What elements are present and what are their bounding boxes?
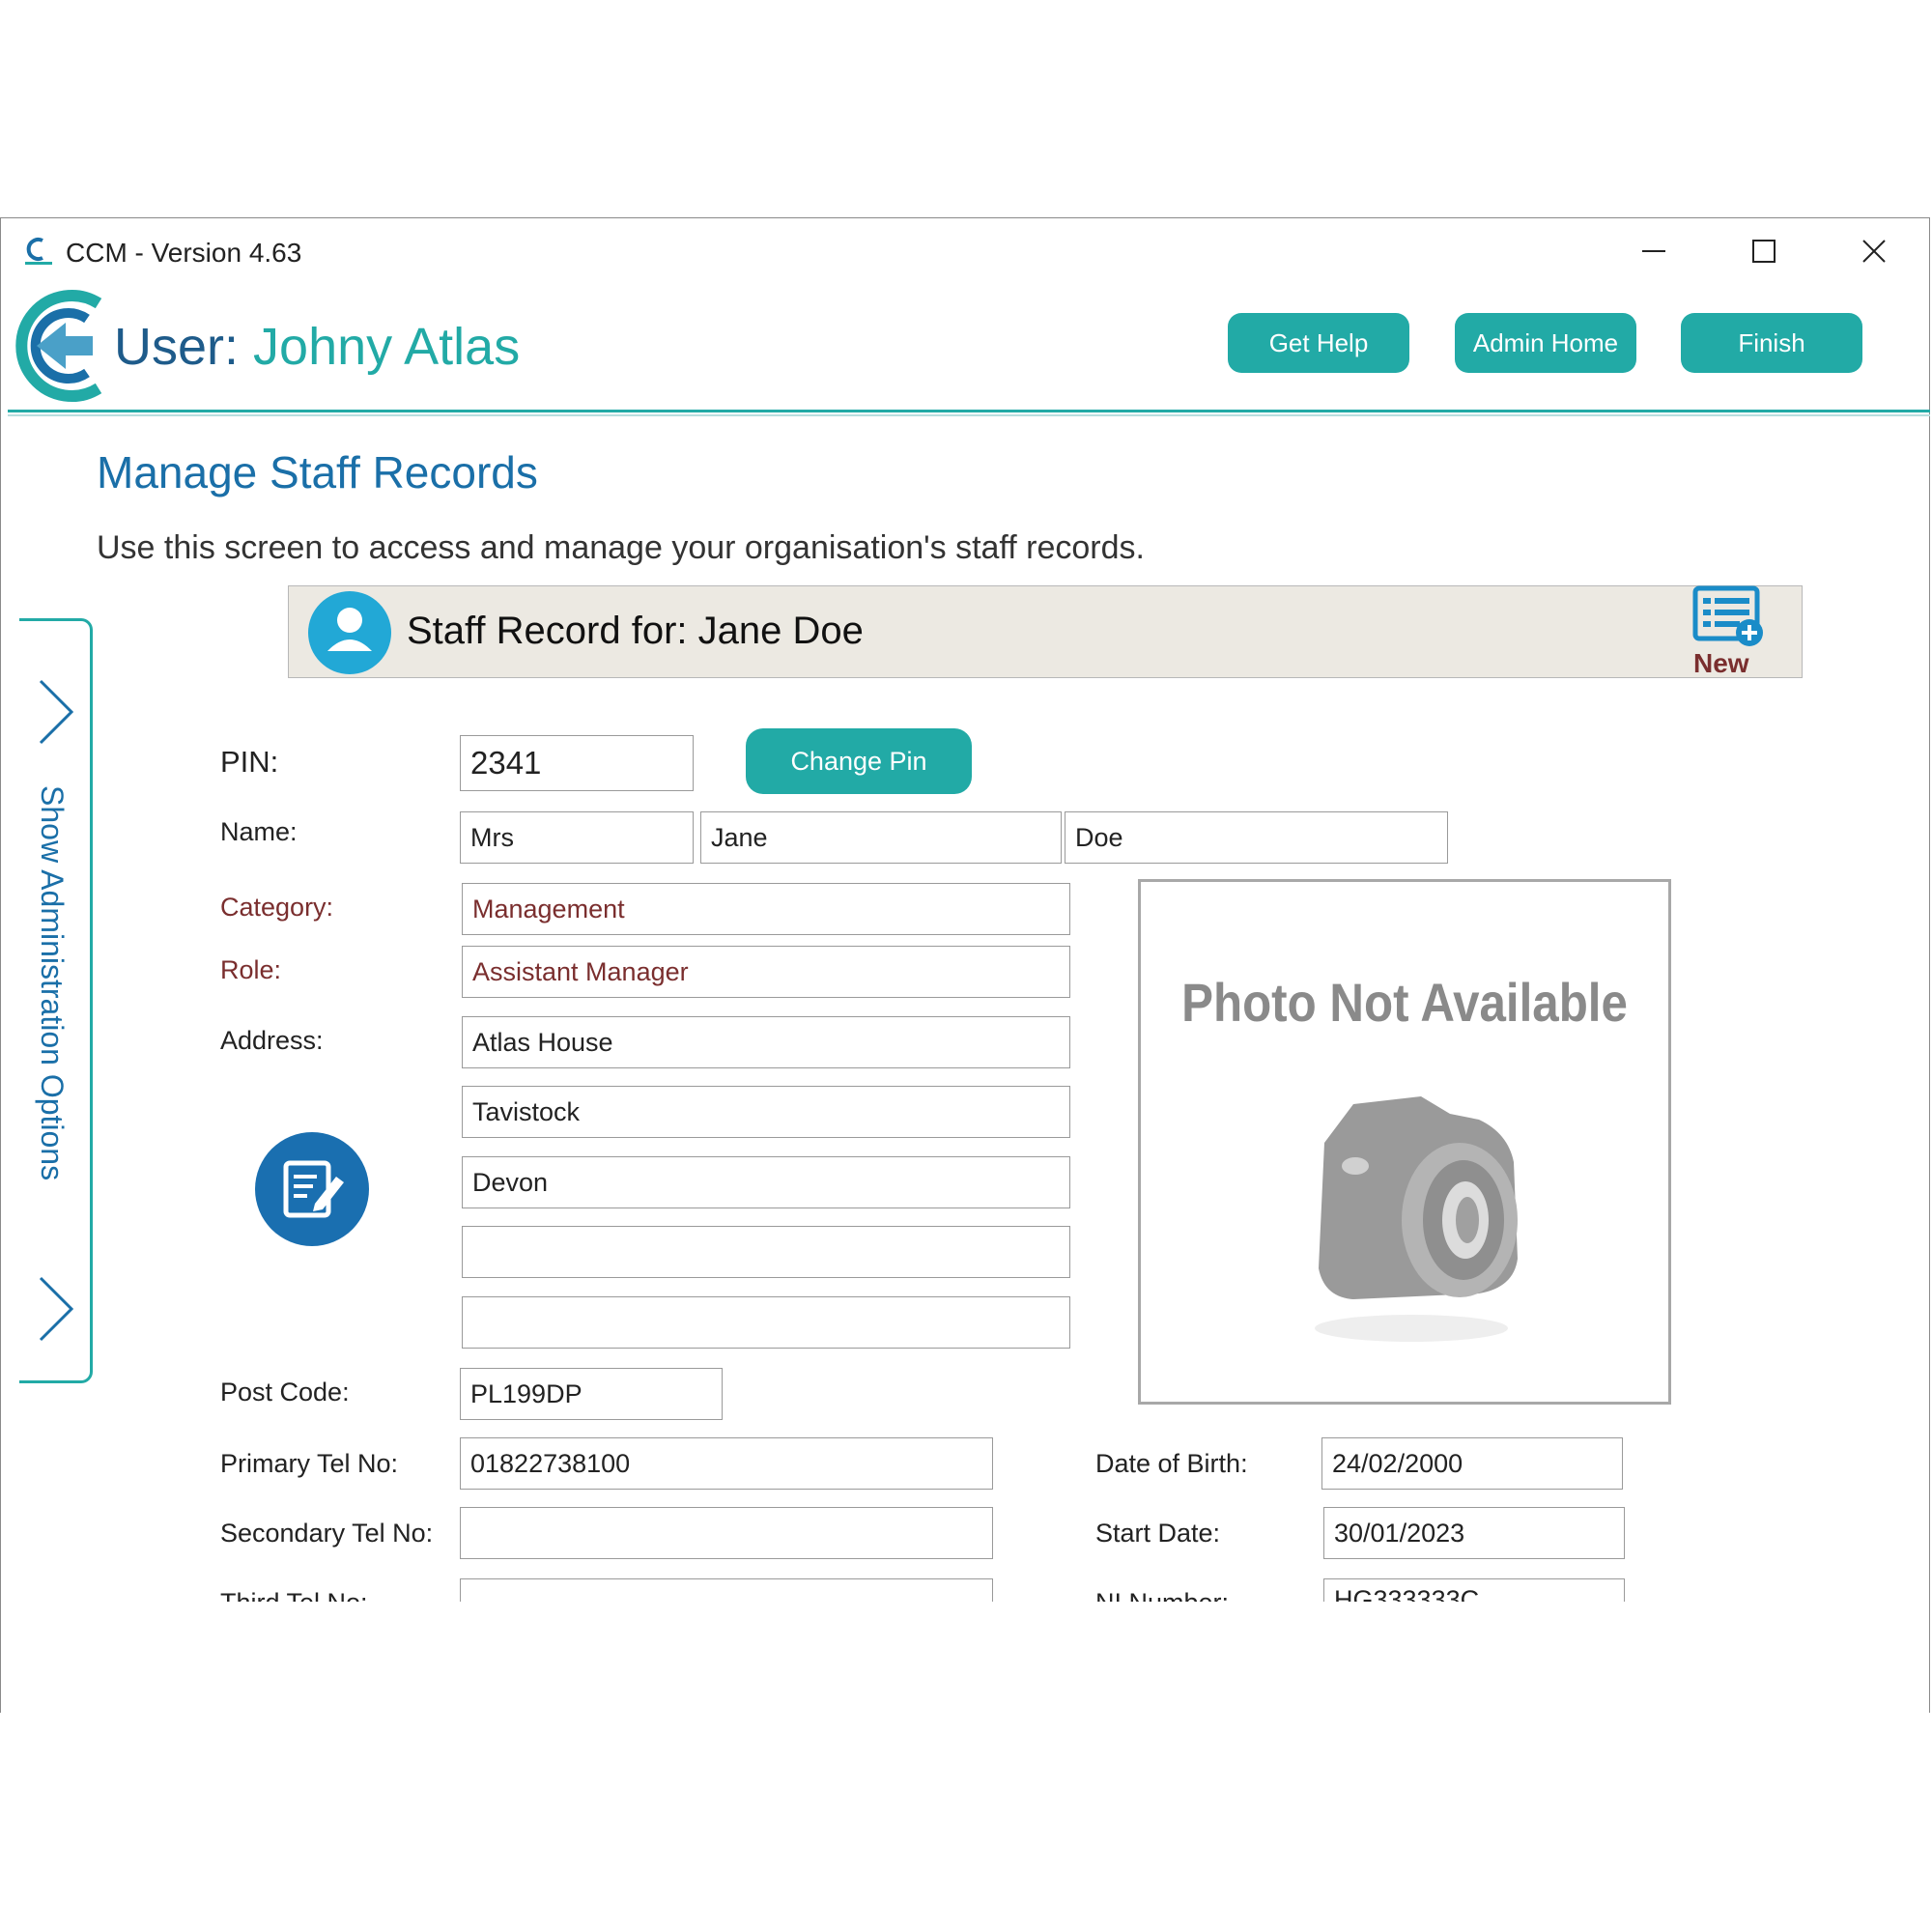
- address-line-4-field[interactable]: [462, 1226, 1070, 1278]
- start-date-field[interactable]: 30/01/2023: [1323, 1507, 1625, 1559]
- edit-note-icon: [283, 1160, 344, 1218]
- current-user: User: Johny Atlas: [114, 317, 520, 377]
- ni-number-label-clip: NI Number:: [1095, 1584, 1347, 1602]
- third-tel-label: Third Tel No:: [220, 1588, 368, 1602]
- ni-number-field[interactable]: HG333333C: [1323, 1578, 1625, 1602]
- chevron-right-icon: [37, 1274, 75, 1349]
- user-label: User:: [114, 318, 240, 376]
- admin-home-button[interactable]: Admin Home: [1455, 313, 1636, 373]
- photo-frame[interactable]: Photo Not Available: [1138, 879, 1671, 1405]
- ccm-back-logo-icon[interactable]: [4, 286, 104, 406]
- ni-number-value: HG333333C: [1334, 1585, 1480, 1602]
- staff-record-banner: Staff Record for: Jane Doe New: [288, 585, 1803, 678]
- maximize-icon[interactable]: [1737, 224, 1791, 278]
- page-description: Use this screen to access and manage you…: [97, 529, 1145, 566]
- chevron-right-icon: [37, 677, 75, 752]
- close-icon[interactable]: [1847, 224, 1901, 278]
- address-label: Address:: [220, 1026, 324, 1055]
- pin-field[interactable]: 2341: [460, 735, 694, 791]
- header-divider-light: [8, 414, 1930, 416]
- address-line-3-field[interactable]: Devon: [462, 1156, 1070, 1208]
- secondary-tel-field[interactable]: [460, 1507, 993, 1559]
- third-tel-field[interactable]: [460, 1578, 993, 1602]
- edit-record-button[interactable]: [255, 1132, 369, 1246]
- page-title: Manage Staff Records: [97, 447, 538, 497]
- user-avatar-icon: [308, 591, 391, 674]
- finish-button[interactable]: Finish: [1681, 313, 1862, 373]
- post-code-label: Post Code:: [220, 1378, 350, 1406]
- window-title: CCM - Version 4.63: [66, 238, 302, 268]
- side-panel-label: Show Administration Options: [35, 785, 70, 1181]
- post-code-field[interactable]: PL199DP: [460, 1368, 723, 1420]
- show-admin-options-tab[interactable]: Show Administration Options: [19, 618, 93, 1383]
- ni-number-label: NI Number:: [1095, 1588, 1229, 1602]
- secondary-tel-label: Secondary Tel No:: [220, 1519, 434, 1548]
- new-list-icon: [1691, 584, 1767, 653]
- first-name-field[interactable]: Jane: [700, 811, 1062, 864]
- address-line-2-field[interactable]: Tavistock: [462, 1086, 1070, 1138]
- category-label: Category:: [220, 893, 334, 922]
- role-label: Role:: [220, 955, 282, 984]
- app-logo-icon: [21, 237, 56, 268]
- role-field[interactable]: Assistant Manager: [462, 946, 1070, 998]
- address-line-5-field[interactable]: [462, 1296, 1070, 1349]
- user-name: Johny Atlas: [253, 318, 521, 376]
- primary-tel-label: Primary Tel No:: [220, 1449, 399, 1478]
- name-title-field[interactable]: Mrs: [460, 811, 694, 864]
- start-date-label: Start Date:: [1095, 1519, 1221, 1548]
- camera-icon: [1286, 1075, 1537, 1360]
- last-name-field[interactable]: Doe: [1065, 811, 1448, 864]
- primary-tel-field[interactable]: 01822738100: [460, 1437, 993, 1490]
- minimize-icon[interactable]: [1627, 224, 1681, 278]
- new-label: New: [1693, 648, 1749, 678]
- pin-label: PIN:: [220, 745, 279, 779]
- new-record-button[interactable]: New: [1682, 584, 1769, 678]
- staff-record-heading: Staff Record for: Jane Doe: [407, 610, 864, 652]
- photo-placeholder-text: Photo Not Available: [1181, 972, 1628, 1033]
- get-help-button[interactable]: Get Help: [1228, 313, 1409, 373]
- name-label: Name:: [220, 817, 298, 846]
- category-field[interactable]: Management: [462, 883, 1070, 935]
- dob-label: Date of Birth:: [1095, 1449, 1248, 1478]
- change-pin-button[interactable]: Change Pin: [746, 728, 972, 794]
- dob-field[interactable]: 24/02/2000: [1321, 1437, 1623, 1490]
- address-line-1-field[interactable]: Atlas House: [462, 1016, 1070, 1068]
- header-divider: [8, 410, 1930, 412]
